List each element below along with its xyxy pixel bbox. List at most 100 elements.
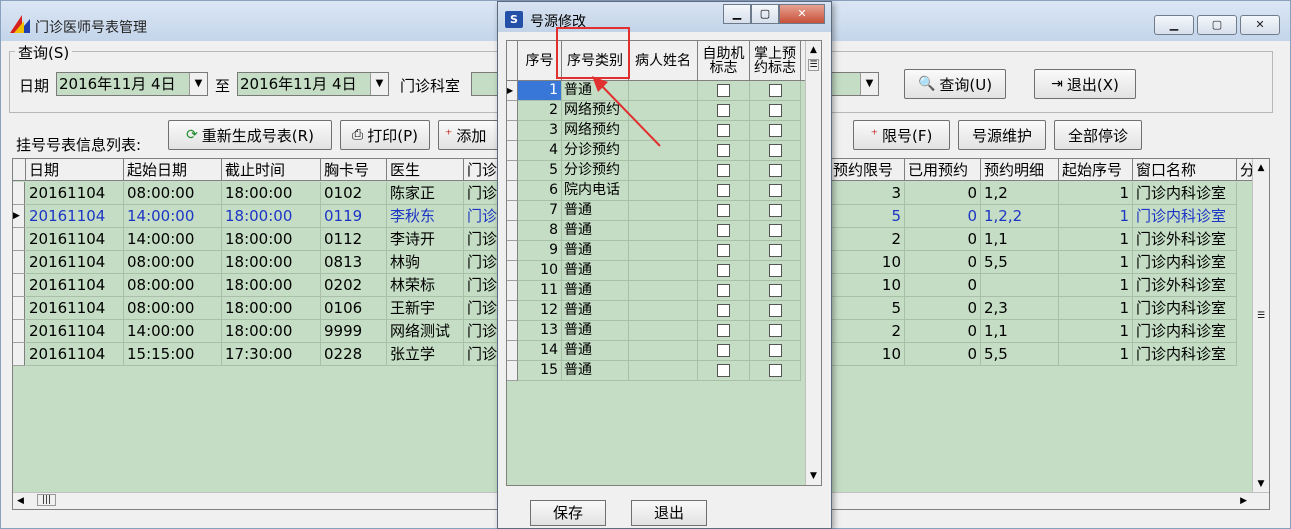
cell-seq[interactable]: 1	[1059, 251, 1133, 274]
mobile-flag-checkbox[interactable]	[769, 284, 782, 297]
cell-detail[interactable]: 1,2	[981, 182, 1059, 205]
cell-date[interactable]: 20161104	[26, 320, 124, 343]
cell-seq-type[interactable]: 分诊预约	[562, 161, 629, 181]
source-row[interactable]: 13 普通	[507, 321, 821, 341]
row-indicator[interactable]	[507, 321, 518, 341]
row-indicator[interactable]	[13, 320, 25, 343]
chevron-down-icon[interactable]: ▼	[860, 73, 878, 95]
cell-start[interactable]: 08:00:00	[124, 251, 222, 274]
dialog-titlebar[interactable]: S 号源修改 ▁ ▢ ✕	[498, 2, 831, 32]
cell-doctor[interactable]: 王新宇	[387, 297, 464, 320]
scroll-thumb[interactable]: ☰	[808, 59, 819, 71]
cell-doctor[interactable]: 林驹	[387, 251, 464, 274]
dialog-exit-button[interactable]: 退出	[631, 500, 707, 526]
row-indicator[interactable]	[507, 181, 518, 201]
mobile-flag-checkbox[interactable]	[769, 164, 782, 177]
cell-doctor[interactable]: 李诗开	[387, 228, 464, 251]
cell-date[interactable]: 20161104	[26, 228, 124, 251]
header-limit[interactable]: 预约限号	[830, 159, 905, 181]
cell-used[interactable]: 0	[905, 320, 981, 343]
header-date[interactable]: 日期	[26, 159, 124, 181]
cell-seq-no[interactable]: 8	[518, 221, 562, 241]
regenerate-button[interactable]: ⟳ 重新生成号表(R)	[168, 120, 332, 150]
cell-detail[interactable]: 1,1	[981, 320, 1059, 343]
scroll-up-icon[interactable]: ▲	[806, 45, 821, 55]
mobile-flag-checkbox[interactable]	[769, 184, 782, 197]
source-row[interactable]: 7 普通	[507, 201, 821, 221]
cell-date[interactable]: 20161104	[26, 274, 124, 297]
kiosk-flag-checkbox[interactable]	[717, 304, 730, 317]
row-indicator[interactable]: ▶	[13, 205, 25, 228]
cell-card[interactable]: 0102	[321, 182, 387, 205]
cell-patient[interactable]	[629, 201, 698, 221]
header-card[interactable]: 胸卡号	[321, 159, 387, 181]
scroll-left-icon[interactable]: ◀	[17, 496, 24, 506]
cell-seq[interactable]: 1	[1059, 228, 1133, 251]
mobile-flag-checkbox[interactable]	[769, 244, 782, 257]
cell-doctor[interactable]: 陈家正	[387, 182, 464, 205]
mobile-flag-checkbox[interactable]	[769, 144, 782, 157]
cell-seq-no[interactable]: 4	[518, 141, 562, 161]
cell-used[interactable]: 0	[905, 297, 981, 320]
row-indicator[interactable]	[507, 121, 518, 141]
cell-limit[interactable]: 10	[830, 251, 905, 274]
scroll-up-icon[interactable]: ▲	[1253, 163, 1269, 173]
cell-seq-type[interactable]: 普通	[562, 241, 629, 261]
cell-end[interactable]: 18:00:00	[222, 205, 321, 228]
close-button[interactable]: ✕	[1240, 15, 1280, 35]
mobile-flag-checkbox[interactable]	[769, 364, 782, 377]
source-row[interactable]: 10 普通	[507, 261, 821, 281]
mobile-flag-checkbox[interactable]	[769, 204, 782, 217]
kiosk-flag-checkbox[interactable]	[717, 244, 730, 257]
source-maintain-button[interactable]: 号源维护	[958, 120, 1046, 150]
row-indicator[interactable]	[13, 297, 25, 320]
cell-patient[interactable]	[629, 281, 698, 301]
dialog-minimize-button[interactable]: ▁	[723, 4, 751, 24]
row-indicator[interactable]: ▶	[507, 81, 518, 101]
cell-window[interactable]: 门诊内科诊室	[1133, 182, 1237, 205]
cell-date[interactable]: 20161104	[26, 182, 124, 205]
kiosk-flag-checkbox[interactable]	[717, 224, 730, 237]
cell-seq-type[interactable]: 普通	[562, 301, 629, 321]
cell-patient[interactable]	[629, 361, 698, 381]
cell-doctor[interactable]: 张立学	[387, 343, 464, 366]
row-indicator[interactable]	[507, 281, 518, 301]
cell-date[interactable]: 20161104	[26, 343, 124, 366]
cell-patient[interactable]	[629, 241, 698, 261]
kiosk-flag-checkbox[interactable]	[717, 284, 730, 297]
cell-seq-no[interactable]: 1	[518, 81, 562, 101]
cell-card[interactable]: 0112	[321, 228, 387, 251]
cell-seq[interactable]: 1	[1059, 320, 1133, 343]
source-row[interactable]: 12 普通	[507, 301, 821, 321]
row-indicator[interactable]	[507, 201, 518, 221]
cell-end[interactable]: 18:00:00	[222, 274, 321, 297]
row-indicator[interactable]	[507, 361, 518, 381]
cell-seq-no[interactable]: 13	[518, 321, 562, 341]
cell-detail[interactable]: 5,5	[981, 343, 1059, 366]
cell-date[interactable]: 20161104	[26, 251, 124, 274]
print-button[interactable]: ⎙ 打印(P)	[340, 120, 430, 150]
cell-doctor[interactable]: 网络测试	[387, 320, 464, 343]
grid-vertical-scrollbar[interactable]: ▲ ☰ ▼	[1252, 159, 1269, 509]
cell-detail[interactable]	[981, 274, 1059, 297]
cell-seq-type[interactable]: 普通	[562, 261, 629, 281]
cell-limit[interactable]: 2	[830, 228, 905, 251]
mobile-flag-checkbox[interactable]	[769, 344, 782, 357]
chevron-down-icon[interactable]: ▼	[189, 73, 207, 95]
kiosk-flag-checkbox[interactable]	[717, 264, 730, 277]
cell-patient[interactable]	[629, 161, 698, 181]
cell-start[interactable]: 08:00:00	[124, 274, 222, 297]
kiosk-flag-checkbox[interactable]	[717, 324, 730, 337]
cell-seq[interactable]: 1	[1059, 182, 1133, 205]
row-indicator[interactable]	[13, 343, 25, 366]
row-indicator[interactable]	[507, 221, 518, 241]
cell-end[interactable]: 18:00:00	[222, 297, 321, 320]
cell-start[interactable]: 14:00:00	[124, 320, 222, 343]
cell-seq-no[interactable]: 6	[518, 181, 562, 201]
limit-button[interactable]: ⁺ 限号(F)	[853, 120, 950, 150]
cell-start[interactable]: 08:00:00	[124, 297, 222, 320]
cell-seq-no[interactable]: 10	[518, 261, 562, 281]
maximize-button[interactable]: ▢	[1197, 15, 1237, 35]
scroll-right-icon[interactable]: ▶	[1240, 496, 1247, 506]
cell-date[interactable]: 20161104	[26, 297, 124, 320]
